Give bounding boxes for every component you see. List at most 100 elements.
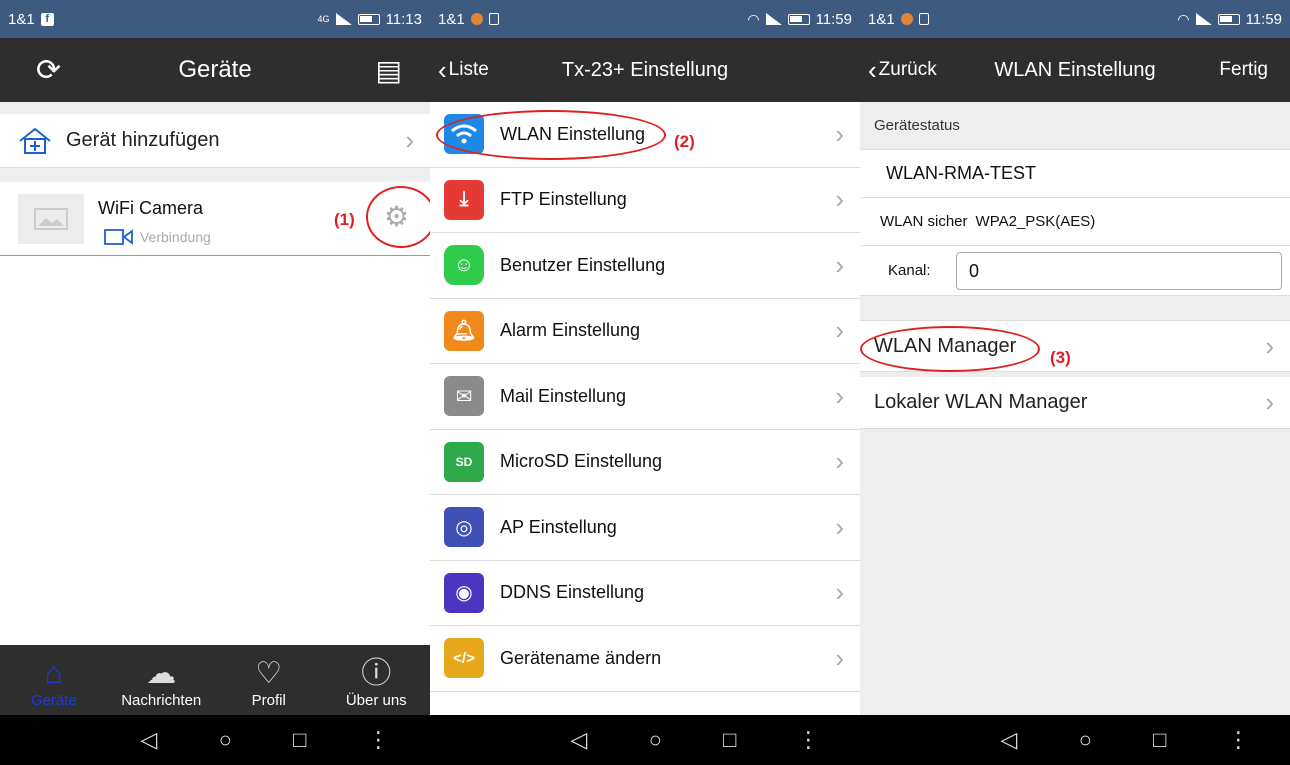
back-label: Zurück bbox=[878, 59, 937, 80]
tab-bar: ⌂ Geräte ☁ Nachrichten ♡ Profil ⓘ Über u… bbox=[0, 645, 430, 715]
menu-icon[interactable]: ⋮ bbox=[1227, 727, 1249, 753]
item-label: Lokaler WLAN Manager bbox=[874, 391, 1088, 413]
tab-messages[interactable]: ☁ Nachrichten bbox=[108, 645, 216, 715]
list-item-rename[interactable]: </> Gerätename ändern › bbox=[430, 626, 860, 692]
add-device-label: Gerät hinzufügen bbox=[66, 129, 220, 151]
back-icon[interactable]: ◁ bbox=[571, 727, 588, 753]
recents-icon[interactable]: □ bbox=[293, 727, 306, 753]
security-value: WPA2_PSK(AES) bbox=[975, 213, 1096, 230]
chevron-right-icon: › bbox=[835, 249, 844, 280]
wifi-status-icon: ◠ bbox=[1177, 10, 1190, 27]
chevron-right-icon: › bbox=[405, 125, 414, 155]
gear-icon[interactable]: ⚙ bbox=[384, 200, 409, 233]
wlan-settings-screen: 1&1 ◠ 11:59 WLAN Einstellung ‹ Zurück Fe… bbox=[860, 0, 1290, 765]
chevron-right-icon: › bbox=[1265, 387, 1274, 417]
back-label: Liste bbox=[448, 59, 489, 80]
menu-icon[interactable]: ⋮ bbox=[367, 727, 389, 753]
tab-label: Profil bbox=[251, 692, 286, 709]
connection-status: Verbindung bbox=[140, 229, 211, 245]
tab-profile[interactable]: ♡ Profil bbox=[215, 645, 323, 715]
home-button-icon[interactable]: ○ bbox=[1079, 727, 1092, 753]
list-item-user[interactable]: ☺ Benutzer Einstellung › bbox=[430, 233, 860, 299]
item-label: Benutzer Einstellung bbox=[500, 254, 666, 275]
user-icon: ☺ bbox=[444, 245, 484, 286]
list-item-ftp[interactable]: ⤓ FTP Einstellung › bbox=[430, 168, 860, 233]
device-name: WiFi Camera bbox=[98, 198, 204, 218]
notification-icon bbox=[470, 13, 483, 25]
battery-icon bbox=[357, 13, 380, 25]
chevron-right-icon: › bbox=[835, 184, 844, 215]
battery-icon bbox=[1217, 13, 1240, 25]
ssid-value: WLAN-RMA-TEST bbox=[886, 163, 1036, 183]
chevron-left-icon: ‹ bbox=[438, 54, 447, 85]
cloud-icon: ☁ bbox=[146, 657, 177, 690]
home-button-icon[interactable]: ○ bbox=[649, 727, 662, 753]
add-device-row[interactable]: Gerät hinzufügen › bbox=[0, 114, 430, 168]
android-nav-bar: ◁ ○ □ ⋮ bbox=[430, 715, 860, 765]
item-label: Alarm Einstellung bbox=[500, 320, 641, 341]
home-icon: ⌂ bbox=[44, 657, 63, 690]
download-icon: ⤓ bbox=[444, 179, 484, 220]
tab-about[interactable]: ⓘ Über uns bbox=[323, 645, 431, 715]
settings-list: WLAN Einstellung › ⤓ FTP Einstellung › ☺… bbox=[430, 102, 860, 765]
android-nav-bar: ◁ ○ □ ⋮ bbox=[0, 715, 430, 765]
chevron-right-icon: › bbox=[835, 577, 844, 608]
item-label: Mail Einstellung bbox=[500, 385, 627, 406]
clock: 11:59 bbox=[1245, 10, 1282, 28]
back-button[interactable]: ‹ Liste bbox=[438, 55, 489, 86]
chevron-left-icon: ‹ bbox=[868, 54, 877, 85]
spacer bbox=[0, 168, 430, 182]
signal-icon bbox=[765, 13, 782, 25]
chevron-right-icon: › bbox=[835, 446, 844, 477]
image-icon bbox=[34, 208, 68, 230]
list-item-alarm[interactable]: 🔔︎ Alarm Einstellung › bbox=[430, 299, 860, 364]
local-wlan-manager-row[interactable]: Lokaler WLAN Manager › bbox=[860, 377, 1290, 429]
back-icon[interactable]: ◁ bbox=[1001, 727, 1018, 753]
recents-icon[interactable]: □ bbox=[723, 727, 736, 753]
tab-devices[interactable]: ⌂ Geräte bbox=[0, 645, 108, 715]
list-icon[interactable]: ▤ bbox=[376, 54, 402, 87]
chevron-right-icon: › bbox=[835, 118, 844, 149]
done-button[interactable]: Fertig bbox=[1219, 59, 1268, 81]
menu-icon[interactable]: ⋮ bbox=[797, 727, 819, 753]
nav-bar: Tx-23+ Einstellung ‹ Liste bbox=[430, 38, 860, 102]
list-item-ddns[interactable]: ◉ DDNS Einstellung › bbox=[430, 561, 860, 626]
facebook-icon: f bbox=[40, 12, 54, 26]
list-item-microsd[interactable]: SD MicroSD Einstellung › bbox=[430, 430, 860, 495]
android-nav-bar: ◁ ○ □ ⋮ bbox=[860, 715, 1290, 765]
signal-icon bbox=[335, 13, 352, 25]
list-item-mail[interactable]: ✉ Mail Einstellung › bbox=[430, 364, 860, 430]
channel-input[interactable]: 0 bbox=[956, 252, 1282, 290]
recents-icon[interactable]: □ bbox=[1153, 727, 1166, 753]
home-button-icon[interactable]: ○ bbox=[219, 727, 232, 753]
network-type: 4G bbox=[317, 14, 330, 24]
annotation-circle bbox=[860, 326, 1040, 372]
page-title: Geräte bbox=[178, 56, 252, 83]
back-button[interactable]: ‹ Zurück bbox=[868, 55, 937, 86]
device-settings-screen: 1&1 ◠ 11:59 Tx-23+ Einstellung ‹ Liste W… bbox=[430, 0, 860, 765]
gallery-icon bbox=[488, 13, 499, 25]
gallery-icon bbox=[918, 13, 929, 25]
home-plus-icon bbox=[19, 127, 51, 154]
chevron-right-icon: › bbox=[835, 642, 844, 673]
tab-label: Über uns bbox=[345, 692, 407, 709]
section-header: Gerätestatus bbox=[860, 102, 1290, 150]
annotation-1: (1) bbox=[334, 210, 355, 229]
ap-icon: ◎ bbox=[444, 507, 484, 548]
heart-icon: ♡ bbox=[255, 657, 283, 690]
channel-row: Kanal: 0 bbox=[860, 246, 1290, 296]
item-label: AP Einstellung bbox=[500, 516, 617, 537]
back-icon[interactable]: ◁ bbox=[141, 727, 158, 753]
tab-label: Nachrichten bbox=[121, 692, 202, 709]
carrier-label: 1&1 bbox=[868, 10, 895, 28]
chevron-right-icon: › bbox=[835, 380, 844, 411]
page-title: Tx-23+ Einstellung bbox=[561, 58, 729, 81]
device-status: Verbindung bbox=[104, 228, 211, 246]
item-label: DDNS Einstellung bbox=[500, 582, 645, 603]
annotation-circle bbox=[436, 110, 666, 160]
annotation-2: (2) bbox=[674, 132, 695, 151]
carrier-label: 1&1 bbox=[8, 10, 35, 28]
code-icon: </> bbox=[444, 638, 484, 679]
list-item-ap[interactable]: ◎ AP Einstellung › bbox=[430, 495, 860, 561]
security-label: WLAN sicher bbox=[880, 213, 968, 230]
